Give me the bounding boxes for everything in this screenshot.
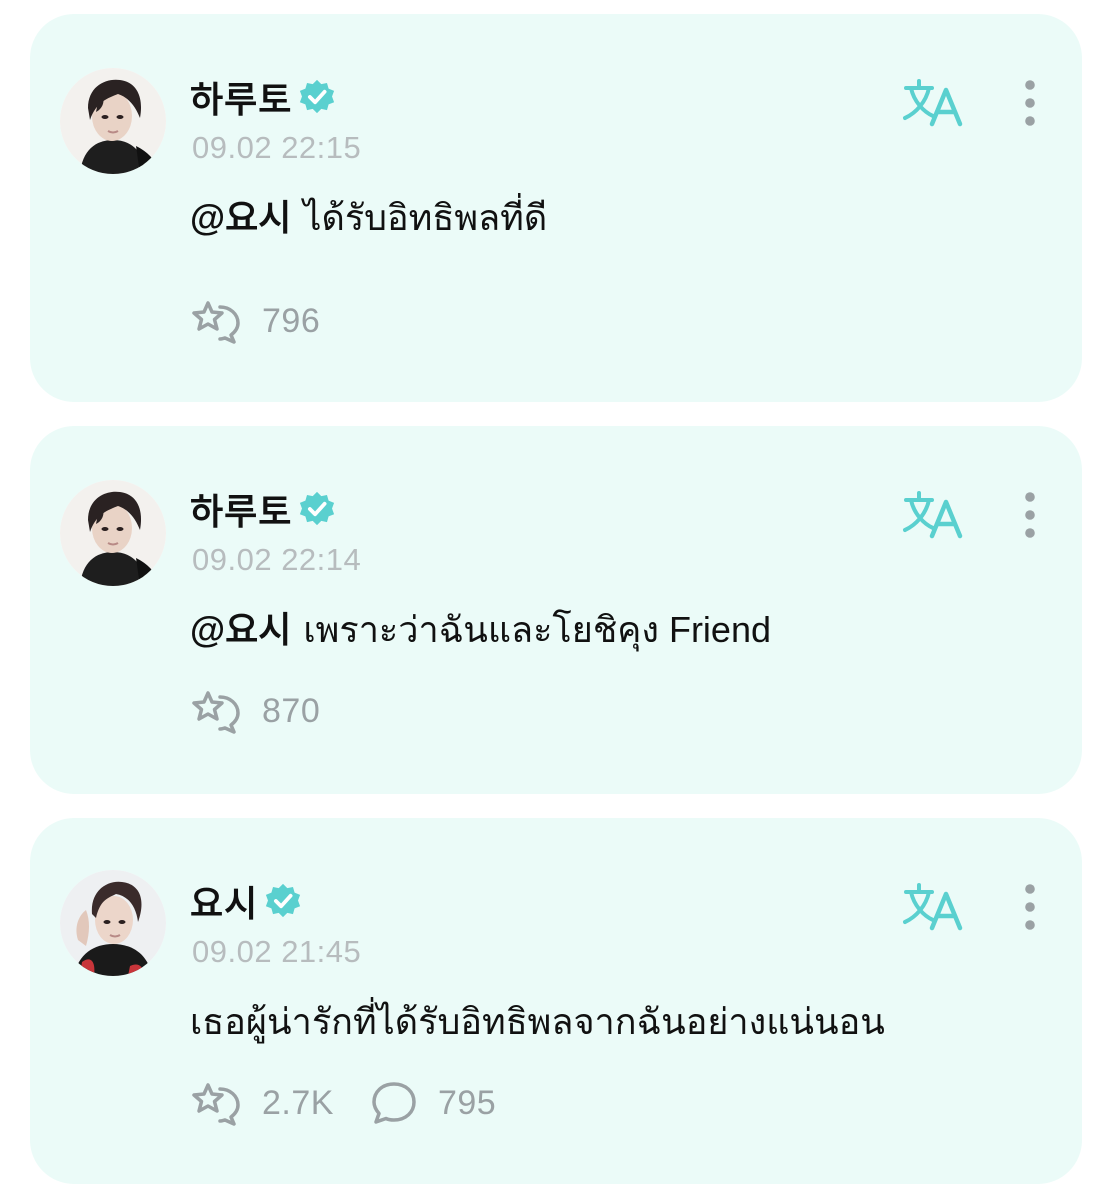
post-card[interactable]: 하루토 09.02 22:15 @요시 ได้รับอิทธิพลที่ดี 79… (30, 14, 1082, 402)
comment-icon (370, 1079, 418, 1127)
translate-icon[interactable] (902, 76, 964, 128)
reaction-icon (190, 1079, 242, 1127)
post-timestamp: 09.02 22:14 (192, 542, 362, 577)
avatar[interactable] (60, 68, 166, 174)
verified-badge-icon (298, 490, 336, 528)
more-icon[interactable] (1018, 78, 1042, 128)
post-stats: 870 (190, 686, 356, 736)
mention-link[interactable]: @요시 (190, 197, 291, 238)
post-card[interactable]: 요시 09.02 21:45 เธอผู้น่ารักที่ได้รับอิทธ… (30, 818, 1082, 1184)
post-card[interactable]: 하루토 09.02 22:14 @요시 เพราะว่าฉันและโยชิคุง… (30, 426, 1082, 794)
reaction-icon (190, 297, 242, 345)
reaction-icon (190, 687, 242, 735)
post-body: เธอผู้น่ารักที่ได้รับอิทธิพลจากฉันอย่างแ… (190, 1001, 885, 1042)
mention-link[interactable]: @요시 (190, 609, 291, 650)
post-text: เธอผู้น่ารักที่ได้รับอิทธิพลจากฉันอย่างแ… (190, 993, 885, 1050)
reaction-button[interactable]: 2.7K (190, 1079, 334, 1127)
reaction-count: 2.7K (262, 1083, 334, 1122)
more-icon[interactable] (1018, 490, 1042, 540)
reaction-count: 870 (262, 691, 321, 730)
post-body: เพราะว่าฉันและโยชิคุง Friend (303, 609, 771, 650)
post-body: ได้รับอิทธิพลที่ดี (303, 197, 548, 238)
verified-badge-icon (264, 882, 302, 920)
reaction-count: 796 (262, 301, 321, 340)
reaction-button[interactable]: 796 (190, 297, 320, 345)
comment-button[interactable]: 795 (370, 1079, 496, 1127)
post-text: @요시 ได้รับอิทธิพลที่ดี (190, 189, 547, 246)
avatar[interactable] (60, 870, 166, 976)
post-timestamp: 09.02 22:15 (192, 130, 362, 165)
translate-icon[interactable] (902, 880, 964, 932)
verified-badge-icon (298, 78, 336, 116)
reaction-button[interactable]: 870 (190, 687, 320, 735)
author-name[interactable]: 하루토 (190, 71, 292, 123)
post-stats: 796 (190, 296, 356, 346)
post-stats: 2.7K 795 (190, 1078, 532, 1128)
avatar[interactable] (60, 480, 166, 586)
post-timestamp: 09.02 21:45 (192, 934, 362, 969)
author-name[interactable]: 하루토 (190, 483, 292, 535)
translate-icon[interactable] (902, 488, 964, 540)
comment-count: 795 (437, 1083, 497, 1122)
more-icon[interactable] (1018, 882, 1042, 932)
post-text: @요시 เพราะว่าฉันและโยชิคุง Friend (190, 601, 771, 658)
author-name[interactable]: 요시 (190, 875, 258, 927)
